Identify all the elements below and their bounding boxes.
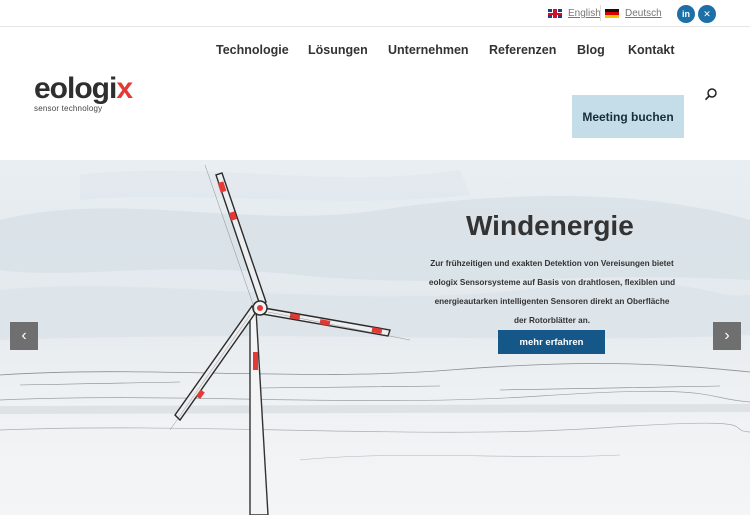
- chevron-left-icon: ‹: [21, 327, 27, 344]
- nav-item-blog[interactable]: Blog: [577, 43, 605, 57]
- top-bar: English Deutsch in ✕: [0, 0, 750, 27]
- logo-word-accent: x: [116, 72, 133, 105]
- chevron-right-icon: ›: [724, 327, 730, 344]
- hero-description: Zur frühzeitigen und exakten Detektion v…: [428, 259, 676, 325]
- nav-item-unternehmen[interactable]: Unternehmen: [388, 43, 469, 57]
- logo-wordmark: eologix: [34, 72, 133, 105]
- search-icon[interactable]: [704, 87, 718, 101]
- wind-turbine-illustration: [0, 164, 750, 515]
- xing-icon[interactable]: ✕: [698, 5, 716, 23]
- nav-item-loesungen[interactable]: Lösungen: [308, 43, 368, 57]
- meeting-button[interactable]: Meeting buchen: [572, 95, 684, 138]
- lang-divider: [600, 5, 601, 21]
- lang-english-label[interactable]: English: [568, 8, 601, 19]
- uk-flag-icon: [548, 9, 562, 18]
- hero-title: Windenergie: [466, 210, 634, 241]
- lang-deutsch-link[interactable]: Deutsch: [605, 8, 662, 19]
- mehr-erfahren-button[interactable]: mehr erfahren: [498, 330, 605, 354]
- linkedin-icon[interactable]: in: [677, 5, 695, 23]
- slider-next-button[interactable]: ›: [713, 322, 741, 350]
- nav-item-kontakt[interactable]: Kontakt: [628, 43, 675, 57]
- logo-tagline: sensor technology: [34, 104, 103, 113]
- nav-item-referenzen[interactable]: Referenzen: [489, 43, 556, 57]
- nav-item-technologie[interactable]: Technologie: [216, 43, 289, 57]
- germany-flag-icon: [605, 9, 619, 18]
- slider-prev-button[interactable]: ‹: [10, 322, 38, 350]
- lang-english-link[interactable]: English: [548, 8, 601, 19]
- logo-word-main: eologi: [34, 72, 117, 105]
- hero-slider: Windenergie Zur frühzeitigen und exakten…: [0, 160, 750, 515]
- eologix-logo[interactable]: eologix sensor technology: [34, 72, 133, 114]
- lang-deutsch-label[interactable]: Deutsch: [625, 8, 662, 19]
